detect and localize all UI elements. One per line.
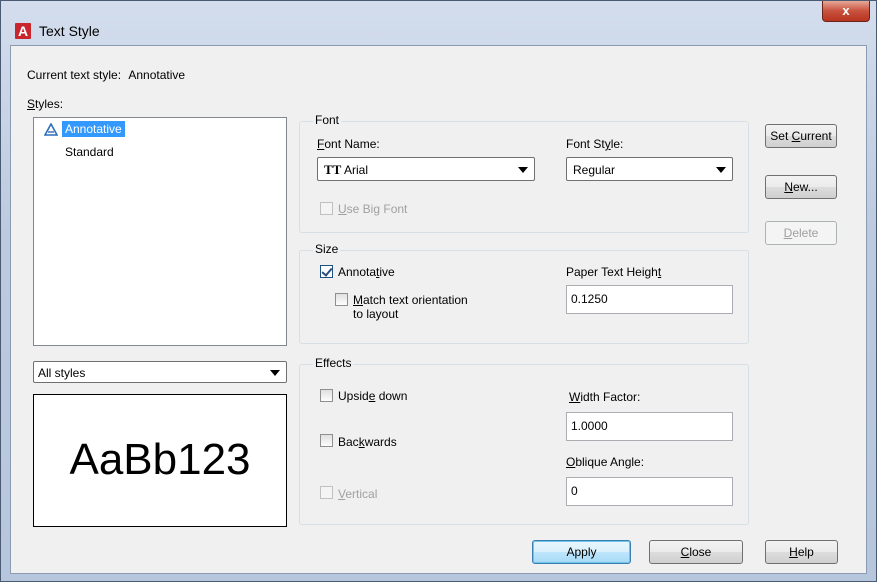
dialog-body: Current text style: Annotative Styles: A… [10, 45, 867, 574]
vertical-checkbox[interactable] [320, 486, 333, 499]
font-name-dropdown[interactable]: TT Arial [317, 157, 535, 181]
width-factor-field[interactable] [566, 412, 733, 441]
style-filter-dropdown[interactable]: All styles [33, 361, 287, 383]
effects-group-label: Effects [313, 356, 354, 370]
match-orientation-label-line2: to layout [353, 307, 399, 321]
paper-text-height-field[interactable] [566, 285, 733, 314]
apply-button[interactable]: Apply [532, 540, 631, 564]
annotative-icon [43, 122, 59, 137]
style-filter-value: All styles [38, 366, 86, 380]
width-factor-label: Width Factor: [569, 390, 641, 404]
chevron-down-icon [270, 370, 280, 376]
new-style-button[interactable]: New... [765, 175, 837, 199]
font-style-value: Regular [573, 163, 616, 177]
close-button[interactable]: Close [649, 540, 743, 564]
width-factor-input[interactable] [571, 419, 721, 433]
close-window-button[interactable]: x [822, 1, 870, 22]
delete-style-button[interactable]: Delete [765, 221, 837, 245]
upside-down-label: Upside down [338, 389, 408, 403]
style-preview: AaBb123 [33, 394, 287, 527]
backwards-label: Backwards [338, 435, 397, 449]
styles-list[interactable]: Annotative Standard [33, 117, 287, 346]
style-item-standard[interactable]: Standard [65, 145, 114, 159]
preview-text: AaBb123 [69, 435, 251, 484]
size-group-label: Size [313, 242, 341, 256]
current-style-value: Annotative [128, 68, 186, 82]
current-style-label: Current text style: [27, 68, 122, 82]
styles-label: Styles: [27, 97, 64, 111]
title-bar[interactable]: A Text Style x [1, 1, 876, 45]
use-big-font-label: Use Big Font [338, 202, 408, 216]
text-style-dialog: A Text Style x Current text style: Annot… [0, 0, 877, 582]
current-style-line: Current text style: Annotative [27, 68, 185, 82]
style-item-annotative[interactable]: Annotative [62, 121, 125, 137]
font-name-label: Font Name: [317, 137, 380, 151]
font-style-dropdown[interactable]: Regular [566, 157, 733, 181]
font-style-label: Font Style: [566, 137, 624, 151]
match-orientation-label: Match text orientation to layout [353, 293, 468, 321]
font-group-label: Font [313, 113, 342, 127]
match-orientation-checkbox[interactable] [335, 293, 348, 306]
annotative-checkbox[interactable] [320, 265, 333, 278]
help-button[interactable]: Help [765, 540, 838, 564]
upside-down-checkbox[interactable] [320, 389, 333, 402]
oblique-angle-input[interactable] [571, 484, 721, 498]
chevron-down-icon [716, 167, 726, 173]
chevron-down-icon [518, 167, 528, 173]
paper-text-height-label: Paper Text Height [566, 265, 662, 279]
backwards-checkbox[interactable] [320, 434, 333, 447]
use-big-font-checkbox[interactable] [320, 202, 333, 215]
annotative-label: Annotative [338, 265, 395, 279]
oblique-angle-field[interactable] [566, 477, 733, 506]
oblique-angle-label: Oblique Angle: [566, 455, 645, 469]
vertical-label: Vertical [338, 487, 378, 501]
set-current-button[interactable]: Set Current [765, 124, 837, 148]
paper-text-height-input[interactable] [571, 292, 721, 306]
truetype-font-icon: TT [324, 162, 342, 177]
window-title: Text Style [39, 23, 100, 39]
font-name-value: Arial [344, 163, 369, 177]
autocad-app-icon: A [15, 23, 31, 39]
